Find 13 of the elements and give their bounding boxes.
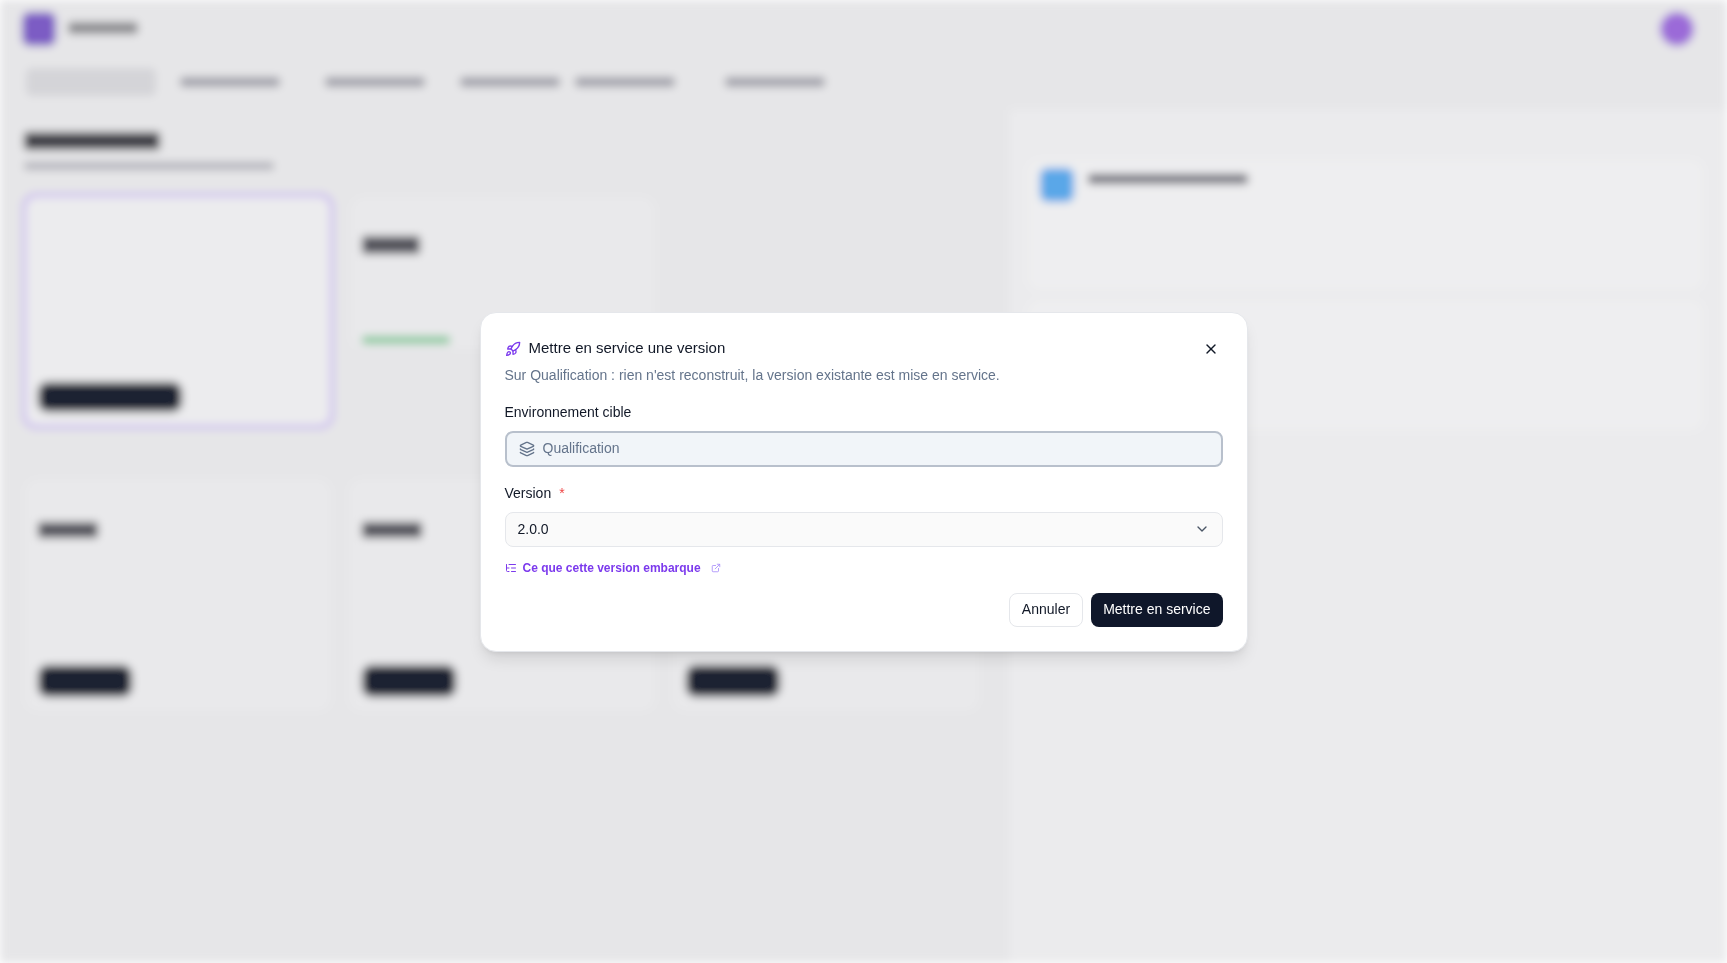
field-label: Environnement cible xyxy=(504,402,632,422)
rocket-icon xyxy=(504,340,521,357)
confirm-button[interactable]: Mettre en service xyxy=(1091,592,1223,627)
version-select[interactable]: 2.0.0 xyxy=(504,511,1223,547)
list-icon xyxy=(504,561,517,574)
layers-icon xyxy=(518,440,535,457)
embedded-version-link[interactable]: Ce que cette version embarque xyxy=(504,558,721,577)
external-link-icon xyxy=(710,562,721,573)
dialog-title: Mettre en service une version xyxy=(528,338,726,359)
required-mark: * xyxy=(559,483,565,503)
dialog-description: Sur Qualification : rien n'est reconstruit, la version existante est mise en service. xyxy=(504,365,1001,385)
cancel-button[interactable]: Annuler xyxy=(1008,592,1084,627)
field-label: Version xyxy=(504,483,552,503)
